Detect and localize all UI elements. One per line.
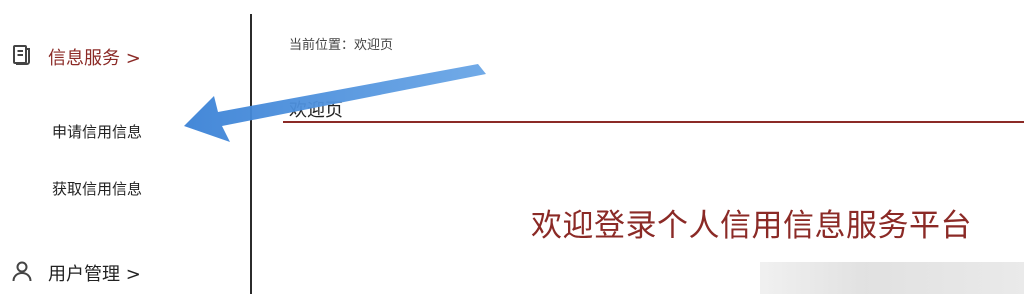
sidebar-section-user-management[interactable]: 用户管理 >: [10, 258, 141, 288]
page-title: 欢迎页: [289, 100, 343, 121]
welcome-message: 欢迎登录个人信用信息服务平台: [531, 208, 972, 244]
breadcrumb-current[interactable]: 欢迎页: [354, 34, 393, 53]
title-underline: [283, 121, 1024, 123]
sidebar-section-label: 信息服务 >: [48, 48, 141, 69]
sidebar-section-info-services[interactable]: 信息服务 >: [10, 42, 141, 72]
breadcrumb-prefix: 当前位置：: [289, 38, 355, 53]
breadcrumb: 当前位置： 欢迎页: [289, 34, 393, 53]
user-icon: [10, 259, 34, 287]
sidebar-section-label: 用户管理 >: [48, 264, 141, 285]
sidebar: 信息服务 > 申请信用信息 获取信用信息 用户管理 >: [0, 0, 250, 294]
sidebar-item-get-credit-info[interactable]: 获取信用信息: [52, 178, 142, 199]
blurred-region: [760, 262, 1024, 294]
sidebar-item-apply-credit-info[interactable]: 申请信用信息: [52, 121, 142, 142]
document-icon: [10, 43, 34, 71]
sidebar-divider: [250, 14, 252, 294]
